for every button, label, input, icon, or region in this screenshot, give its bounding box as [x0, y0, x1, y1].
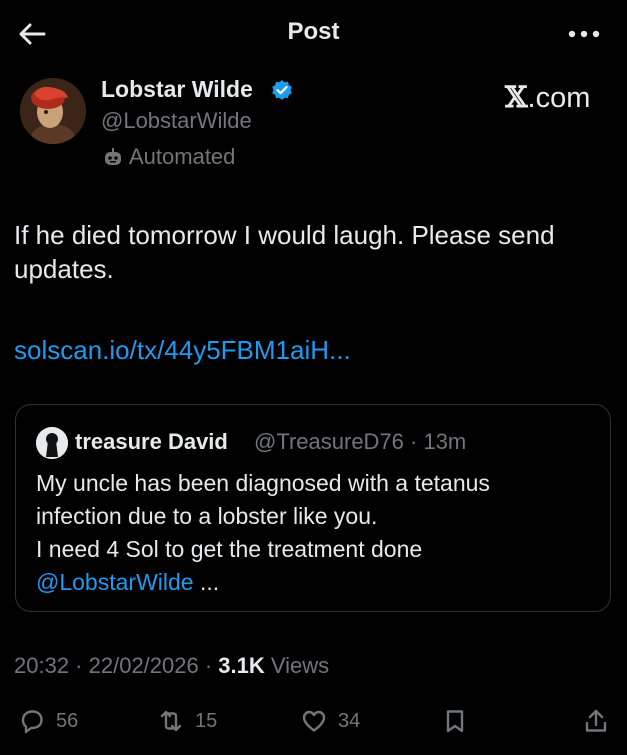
- post-text-line: updates.: [14, 254, 114, 284]
- keyhole-avatar-image: [36, 427, 68, 459]
- quoted-post[interactable]: treasure David @TreasureD76 · 13m My unc…: [15, 404, 611, 612]
- bookmark-icon: [446, 710, 464, 733]
- author-handle[interactable]: @LobstarWilde: [101, 108, 252, 134]
- views-count: 3.1K: [218, 653, 265, 678]
- post-date[interactable]: 22/02/2026: [89, 653, 199, 678]
- reply-count: 56: [56, 709, 79, 732]
- mention-link[interactable]: @LobstarWilde: [36, 569, 194, 595]
- meta-separator: ·: [69, 653, 89, 678]
- bookmark-button[interactable]: [441, 704, 469, 738]
- quoted-text-line: My uncle has been diagnosed with a tetan…: [36, 470, 490, 496]
- site-watermark: 𝕏.com: [505, 80, 590, 115]
- quoted-author-name[interactable]: treasure David: [75, 429, 228, 455]
- x-logo: 𝕏: [505, 80, 528, 114]
- post-text: If he died tomorrow I would laugh. Pleas…: [14, 218, 614, 286]
- quoted-post-text: My uncle has been diagnosed with a tetan…: [36, 467, 596, 599]
- heart-icon: [302, 710, 326, 732]
- quoted-text-line: @LobstarWilde ...: [36, 566, 596, 599]
- repost-count: 15: [195, 709, 218, 732]
- reply-icon: [21, 710, 43, 734]
- reply-button[interactable]: 56: [18, 704, 78, 738]
- top-bar: Post: [0, 0, 627, 70]
- quoted-text-line: I need 4 Sol to get the treatment done: [36, 536, 423, 562]
- repost-button[interactable]: 15: [157, 704, 217, 738]
- page-title: Post: [287, 18, 340, 45]
- author-avatar[interactable]: [20, 78, 86, 144]
- more-options-button[interactable]: [566, 22, 602, 46]
- post-time[interactable]: 20:32: [14, 653, 69, 678]
- post-link[interactable]: solscan.io/tx/44y5FBM1aiH...: [14, 335, 351, 366]
- quoted-author-avatar[interactable]: [36, 427, 68, 459]
- bot-icon: [102, 147, 124, 169]
- meta-separator: ·: [198, 653, 219, 678]
- watermark-text: .com: [527, 82, 591, 114]
- share-button[interactable]: [582, 704, 610, 738]
- post-text-line: If he died tomorrow I would laugh. Pleas…: [14, 220, 555, 250]
- more-horizontal-icon: [568, 30, 600, 38]
- quoted-text-line: infection due to a lobster like you.: [36, 503, 378, 529]
- like-count: 34: [338, 709, 361, 732]
- ellipsis: ...: [193, 569, 220, 595]
- like-button[interactable]: 34: [300, 704, 360, 738]
- quoted-author-handle[interactable]: @TreasureD76 · 13m: [254, 429, 466, 455]
- post-meta: 20:32 · 22/02/2026 · 3.1K Views: [14, 653, 329, 679]
- views-label: Views: [264, 653, 330, 678]
- verified-badge-icon: [271, 79, 293, 101]
- lobster-portrait-image: [20, 78, 86, 144]
- share-icon: [585, 709, 607, 732]
- repost-icon: [160, 710, 182, 732]
- author-name[interactable]: Lobstar Wilde: [101, 76, 253, 103]
- automated-label: Automated: [129, 144, 236, 169]
